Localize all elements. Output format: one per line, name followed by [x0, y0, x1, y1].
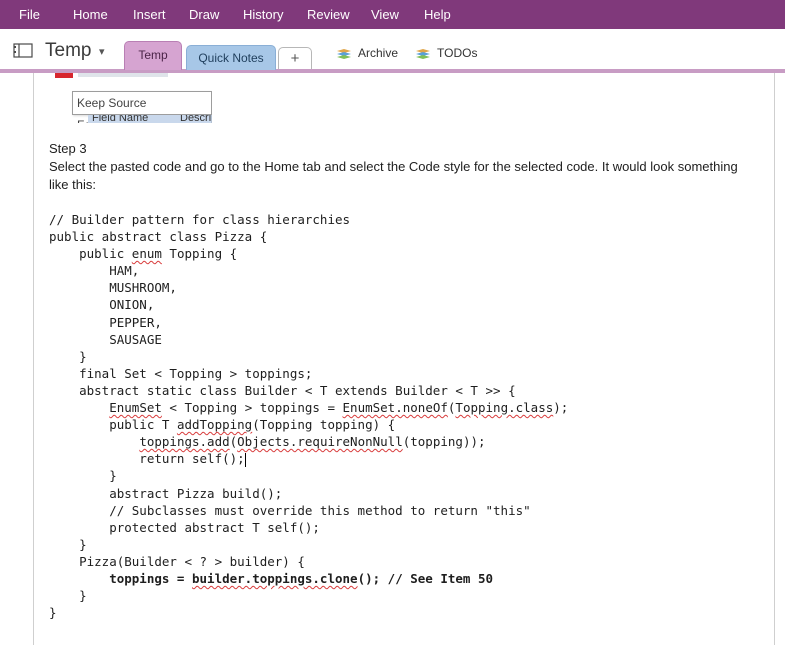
- paste-options-icon: [55, 73, 73, 78]
- code-line: }: [49, 536, 568, 553]
- code-token: public: [49, 246, 132, 262]
- code-token: public abstract class Pizza {: [49, 229, 268, 245]
- misspelled-token: enum: [131, 246, 162, 262]
- code-line: SAUSAGE: [49, 331, 568, 348]
- misspelled-token: EnumSet.noneOf: [342, 400, 448, 416]
- table-header-cell: Descript: [180, 115, 212, 123]
- tab-quick-notes[interactable]: Quick Notes: [186, 45, 276, 70]
- code-token: toppings =: [49, 570, 192, 586]
- pasted-image: Keep Source Formatting (K) Field Name De…: [52, 73, 212, 123]
- code-token: (topping));: [402, 434, 486, 450]
- code-token: }: [49, 605, 57, 621]
- code-line: EnumSet < Topping > toppings = EnumSet.n…: [49, 399, 568, 416]
- code-token: (Topping topping) {: [252, 417, 396, 433]
- code-line: }: [49, 467, 568, 484]
- chevron-down-icon[interactable]: ▾: [99, 45, 105, 58]
- tab-temp[interactable]: Temp: [124, 41, 182, 70]
- code-token: final Set < Topping > toppings;: [49, 365, 313, 381]
- menu-review[interactable]: Review: [307, 0, 350, 29]
- code-line: protected abstract T self();: [49, 519, 568, 536]
- misspelled-token: EnumSet: [109, 400, 162, 416]
- code-line: public enum Topping {: [49, 245, 568, 262]
- notebook-icon: [13, 43, 33, 58]
- step-description-line: like this:: [49, 177, 96, 192]
- code-token: protected abstract T self();: [49, 519, 320, 535]
- menu-draw[interactable]: Draw: [189, 0, 219, 29]
- code-line: // Builder pattern for class hierarchies: [49, 211, 568, 228]
- code-token: }: [49, 536, 87, 552]
- code-line: toppings = builder.toppings.clone(); // …: [49, 570, 568, 587]
- code-token: // Subclasses must override this method …: [49, 502, 531, 518]
- menu-help[interactable]: Help: [424, 0, 451, 29]
- code-token: }: [49, 468, 117, 484]
- code-token: HAM,: [49, 263, 140, 279]
- misspelled-token: Objects.requireNonNull: [237, 434, 403, 450]
- code-line: toppings.add(Objects.requireNonNull(topp…: [49, 433, 568, 450]
- code-line: }: [49, 348, 568, 365]
- code-token: abstract static class Builder < T extend…: [49, 382, 516, 398]
- code-line: final Set < Topping > toppings;: [49, 365, 568, 382]
- section-tab-bar: Temp ▾ Temp Quick Notes + Archive TODOs: [0, 29, 785, 73]
- menu-home[interactable]: Home: [73, 0, 108, 29]
- step-description-line: Select the pasted code and go to the Hom…: [49, 159, 738, 174]
- code-token: PEPPER,: [49, 314, 162, 330]
- code-line: abstract static class Builder < T extend…: [49, 382, 568, 399]
- code-token: Pizza(Builder < ? > builder) {: [49, 553, 305, 569]
- misspelled-token: Topping.class: [455, 400, 554, 416]
- section-group-icon: [416, 48, 430, 59]
- menu-view[interactable]: View: [371, 0, 399, 29]
- paste-toolbar: [78, 73, 168, 77]
- code-token: return self();: [49, 451, 245, 467]
- code-token: // Builder pattern for class hierarchies: [49, 212, 351, 227]
- code-line: Pizza(Builder < ? > builder) {: [49, 553, 568, 570]
- code-token: ONION,: [49, 297, 155, 313]
- code-token: );: [553, 400, 569, 416]
- code-line: public T addTopping(Topping topping) {: [49, 416, 568, 433]
- code-line: abstract Pizza build();: [49, 485, 568, 502]
- code-line: MUSHROOM,: [49, 279, 568, 296]
- code-token: MUSHROOM,: [49, 280, 177, 296]
- misspelled-token: toppings.add: [139, 434, 230, 450]
- notebook-name[interactable]: Temp: [45, 40, 91, 62]
- code-token: public T: [49, 417, 177, 433]
- code-line: return self();: [49, 450, 568, 467]
- code-token: }: [49, 348, 87, 364]
- code-line: }: [49, 604, 568, 621]
- menu-bar: File Home Insert Draw History Review Vie…: [0, 0, 785, 29]
- section-group-archive[interactable]: Archive: [336, 46, 398, 60]
- table-header-cell: Field Name: [92, 115, 149, 123]
- code-token: }: [49, 588, 87, 604]
- text-cursor: [244, 452, 246, 467]
- section-group-icon: [337, 48, 351, 59]
- table-header-row: Field Name Descript: [88, 115, 212, 123]
- section-group-todos[interactable]: TODOs: [415, 46, 477, 60]
- tooltip: Keep Source Formatting (K): [72, 91, 212, 123]
- code-token: abstract Pizza build();: [49, 485, 283, 501]
- menu-history[interactable]: History: [243, 0, 283, 29]
- code-line: public abstract class Pizza {: [49, 228, 568, 245]
- menu-file[interactable]: File: [19, 0, 40, 29]
- step-heading: Step 3: [49, 141, 87, 156]
- section-group-label: Archive: [358, 46, 399, 60]
- misspelled-token: addTopping: [176, 417, 253, 433]
- code-block[interactable]: // Builder pattern for class hierarchies…: [49, 211, 568, 621]
- code-token: < Topping > toppings =: [161, 400, 343, 416]
- code-line: HAM,: [49, 262, 568, 279]
- code-token: SAUSAGE: [49, 331, 162, 347]
- page-canvas[interactable]: Keep Source Formatting (K) Field Name De…: [33, 73, 775, 645]
- code-line: // Subclasses must override this method …: [49, 502, 568, 519]
- code-line: }: [49, 587, 568, 604]
- misspelled-token: builder.toppings.clone: [192, 570, 358, 586]
- add-section-button[interactable]: +: [278, 47, 312, 69]
- section-group-label: TODOs: [437, 46, 478, 60]
- code-token: (); // See Item 50: [357, 570, 494, 586]
- menu-insert[interactable]: Insert: [133, 0, 166, 29]
- code-token: Topping {: [161, 246, 238, 262]
- code-line: ONION,: [49, 296, 568, 313]
- code-line: PEPPER,: [49, 314, 568, 331]
